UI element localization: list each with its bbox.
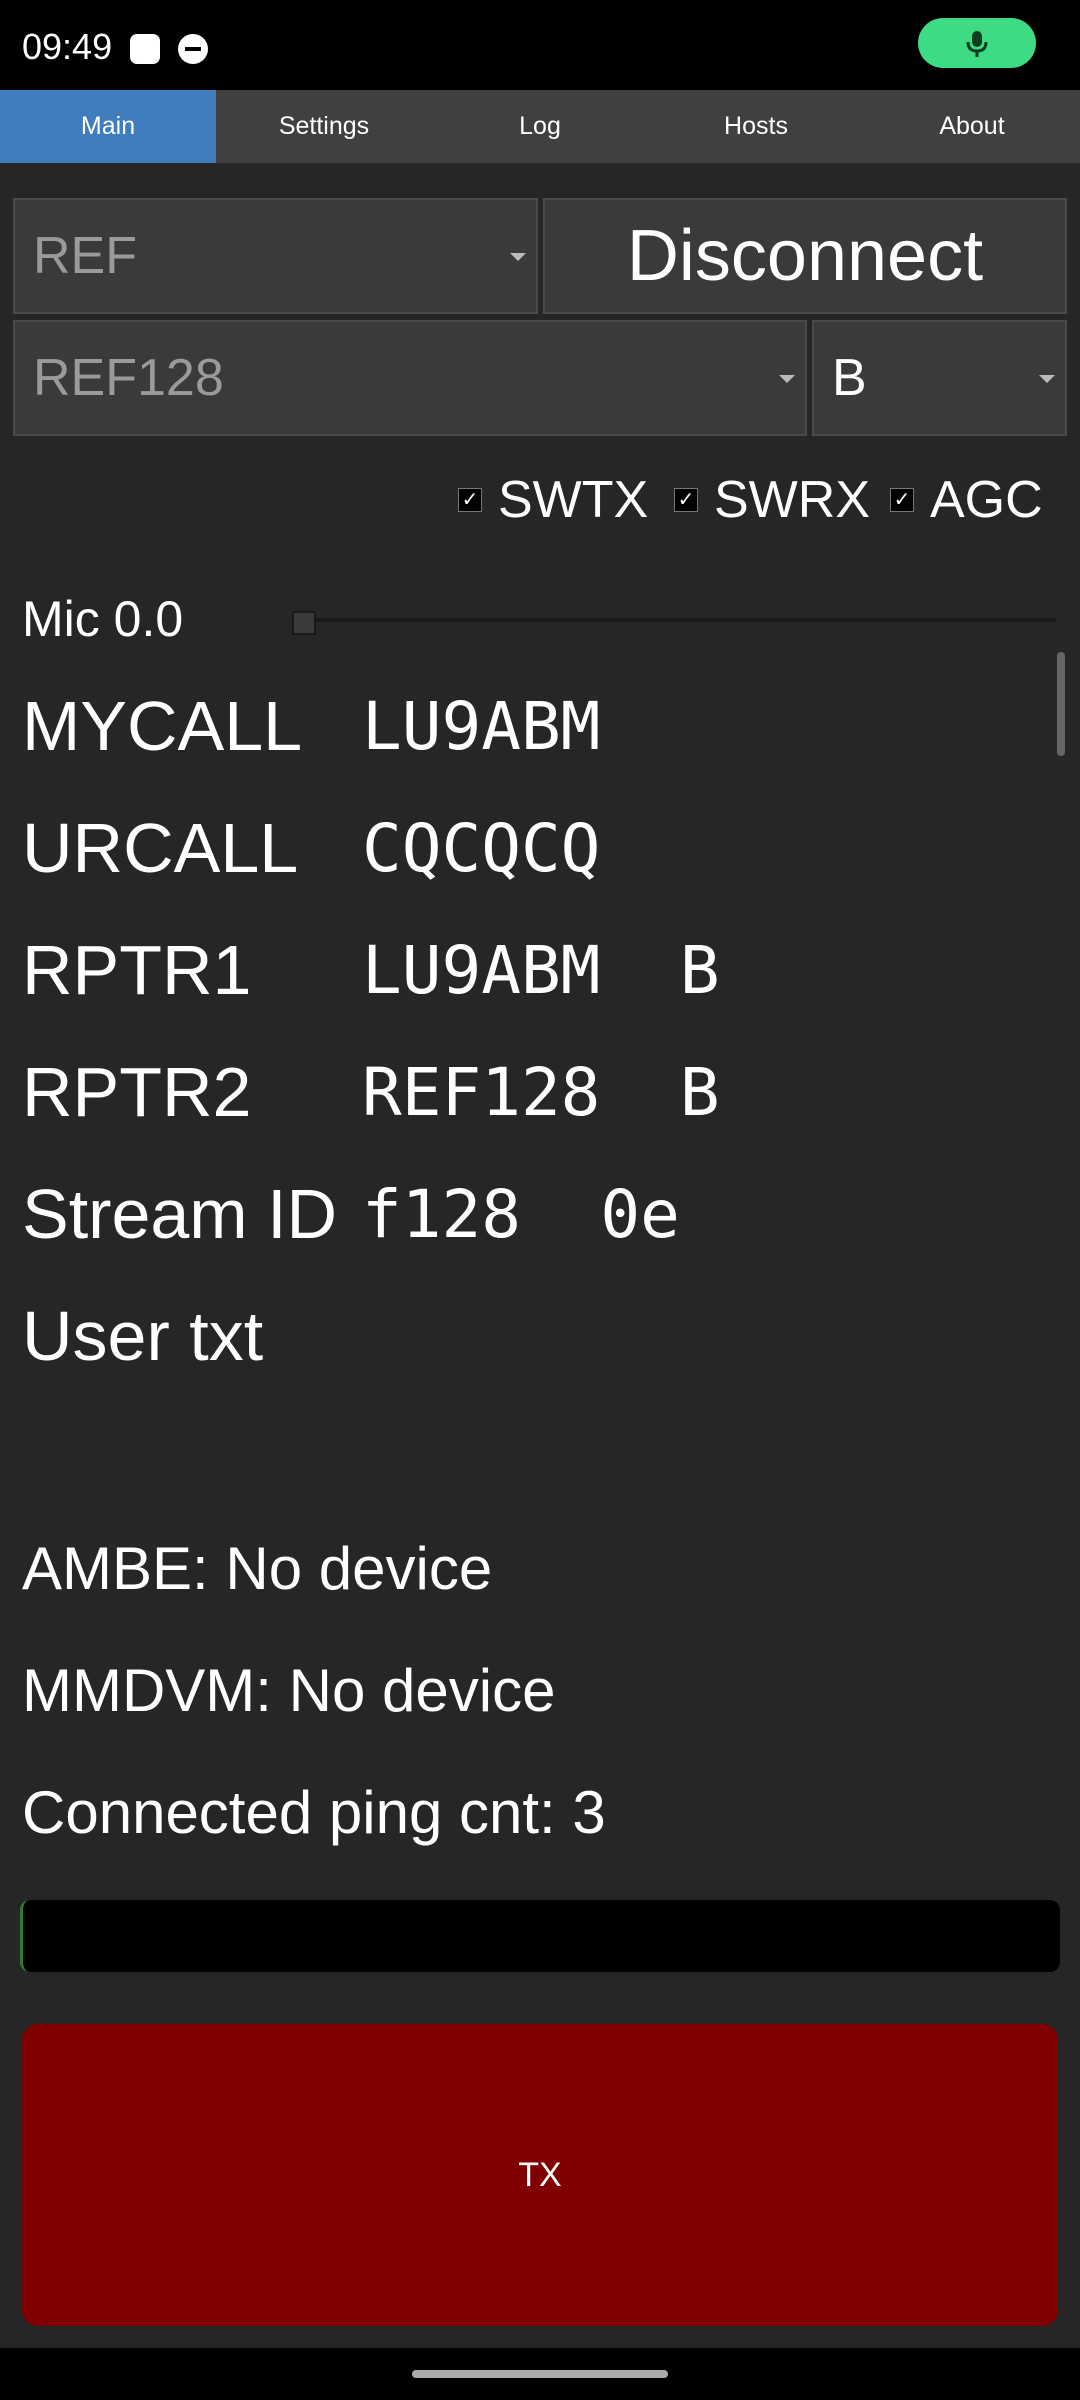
swtx-label: SWTX — [498, 471, 649, 529]
do-not-disturb-icon — [178, 34, 208, 64]
rptr1-label: RPTR1 — [22, 931, 252, 1009]
stream-id-value: f128 0e — [362, 1175, 680, 1253]
module-value: B — [832, 349, 867, 407]
rptr2-value: REF128 B — [362, 1053, 720, 1131]
agc-checkbox[interactable]: ✓ AGC — [890, 470, 1043, 530]
mic-gain-slider-thumb[interactable] — [292, 611, 316, 635]
tab-about[interactable]: About — [864, 90, 1080, 163]
disconnect-button[interactable]: Disconnect — [543, 198, 1067, 314]
tab-hosts[interactable]: Hosts — [648, 90, 864, 163]
rptr1-value: LU9ABM B — [362, 931, 720, 1009]
swrx-checkbox[interactable]: ✓ SWRX — [674, 470, 870, 530]
host-type-value: REF — [33, 227, 137, 285]
microphone-icon — [966, 31, 988, 57]
dropdown-arrow-icon — [779, 375, 795, 383]
mic-active-indicator[interactable] — [918, 18, 1036, 68]
host-type-dropdown[interactable]: REF — [13, 198, 538, 314]
module-dropdown[interactable]: B — [812, 320, 1067, 436]
ambe-status: AMBE: No device — [22, 1535, 493, 1602]
dropdown-arrow-icon — [510, 253, 526, 261]
navigation-bar — [0, 2348, 1080, 2400]
urcall-label: URCALL — [22, 809, 299, 887]
scrollbar[interactable] — [1057, 652, 1065, 756]
reflector-dropdown[interactable]: REF128 — [13, 320, 807, 436]
ping-status: Connected ping cnt: 3 — [22, 1779, 606, 1846]
home-gesture-handle[interactable] — [412, 2370, 668, 2378]
status-bar: 09:49 — [0, 0, 1080, 90]
tab-settings[interactable]: Settings — [216, 90, 432, 163]
check-icon: ✓ — [674, 488, 698, 512]
options-checkboxes: ✓ SWTX ✓ SWRX ✓ AGC — [0, 470, 1080, 530]
stream-id-label: Stream ID — [22, 1175, 338, 1253]
dropdown-arrow-icon — [1039, 375, 1055, 383]
check-icon: ✓ — [458, 488, 482, 512]
app-notification-icon — [130, 34, 160, 64]
mic-gain-slider[interactable] — [296, 618, 1056, 622]
urcall-value: CQCQCQ — [362, 809, 601, 887]
tab-log[interactable]: Log — [432, 90, 648, 163]
tab-main[interactable]: Main — [0, 90, 216, 163]
user-txt-label: User txt — [22, 1297, 264, 1375]
check-icon: ✓ — [890, 488, 914, 512]
mycall-label: MYCALL — [22, 687, 303, 765]
agc-label: AGC — [930, 471, 1043, 529]
status-time: 09:49 — [22, 26, 113, 67]
swrx-label: SWRX — [714, 471, 870, 529]
tx-button[interactable]: TX — [22, 2024, 1058, 2326]
mic-gain-label: Mic 0.0 — [22, 591, 184, 647]
reflector-value: REF128 — [33, 349, 224, 407]
swtx-checkbox[interactable]: ✓ SWTX — [458, 470, 648, 530]
tab-bar: Main Settings Log Hosts About — [0, 90, 1080, 163]
mycall-value: LU9ABM — [362, 687, 601, 765]
rptr2-label: RPTR2 — [22, 1053, 252, 1131]
disconnect-button-label: Disconnect — [626, 216, 984, 296]
audio-level-bar — [20, 1900, 1060, 1972]
mmdvm-status: MMDVM: No device — [22, 1657, 556, 1724]
